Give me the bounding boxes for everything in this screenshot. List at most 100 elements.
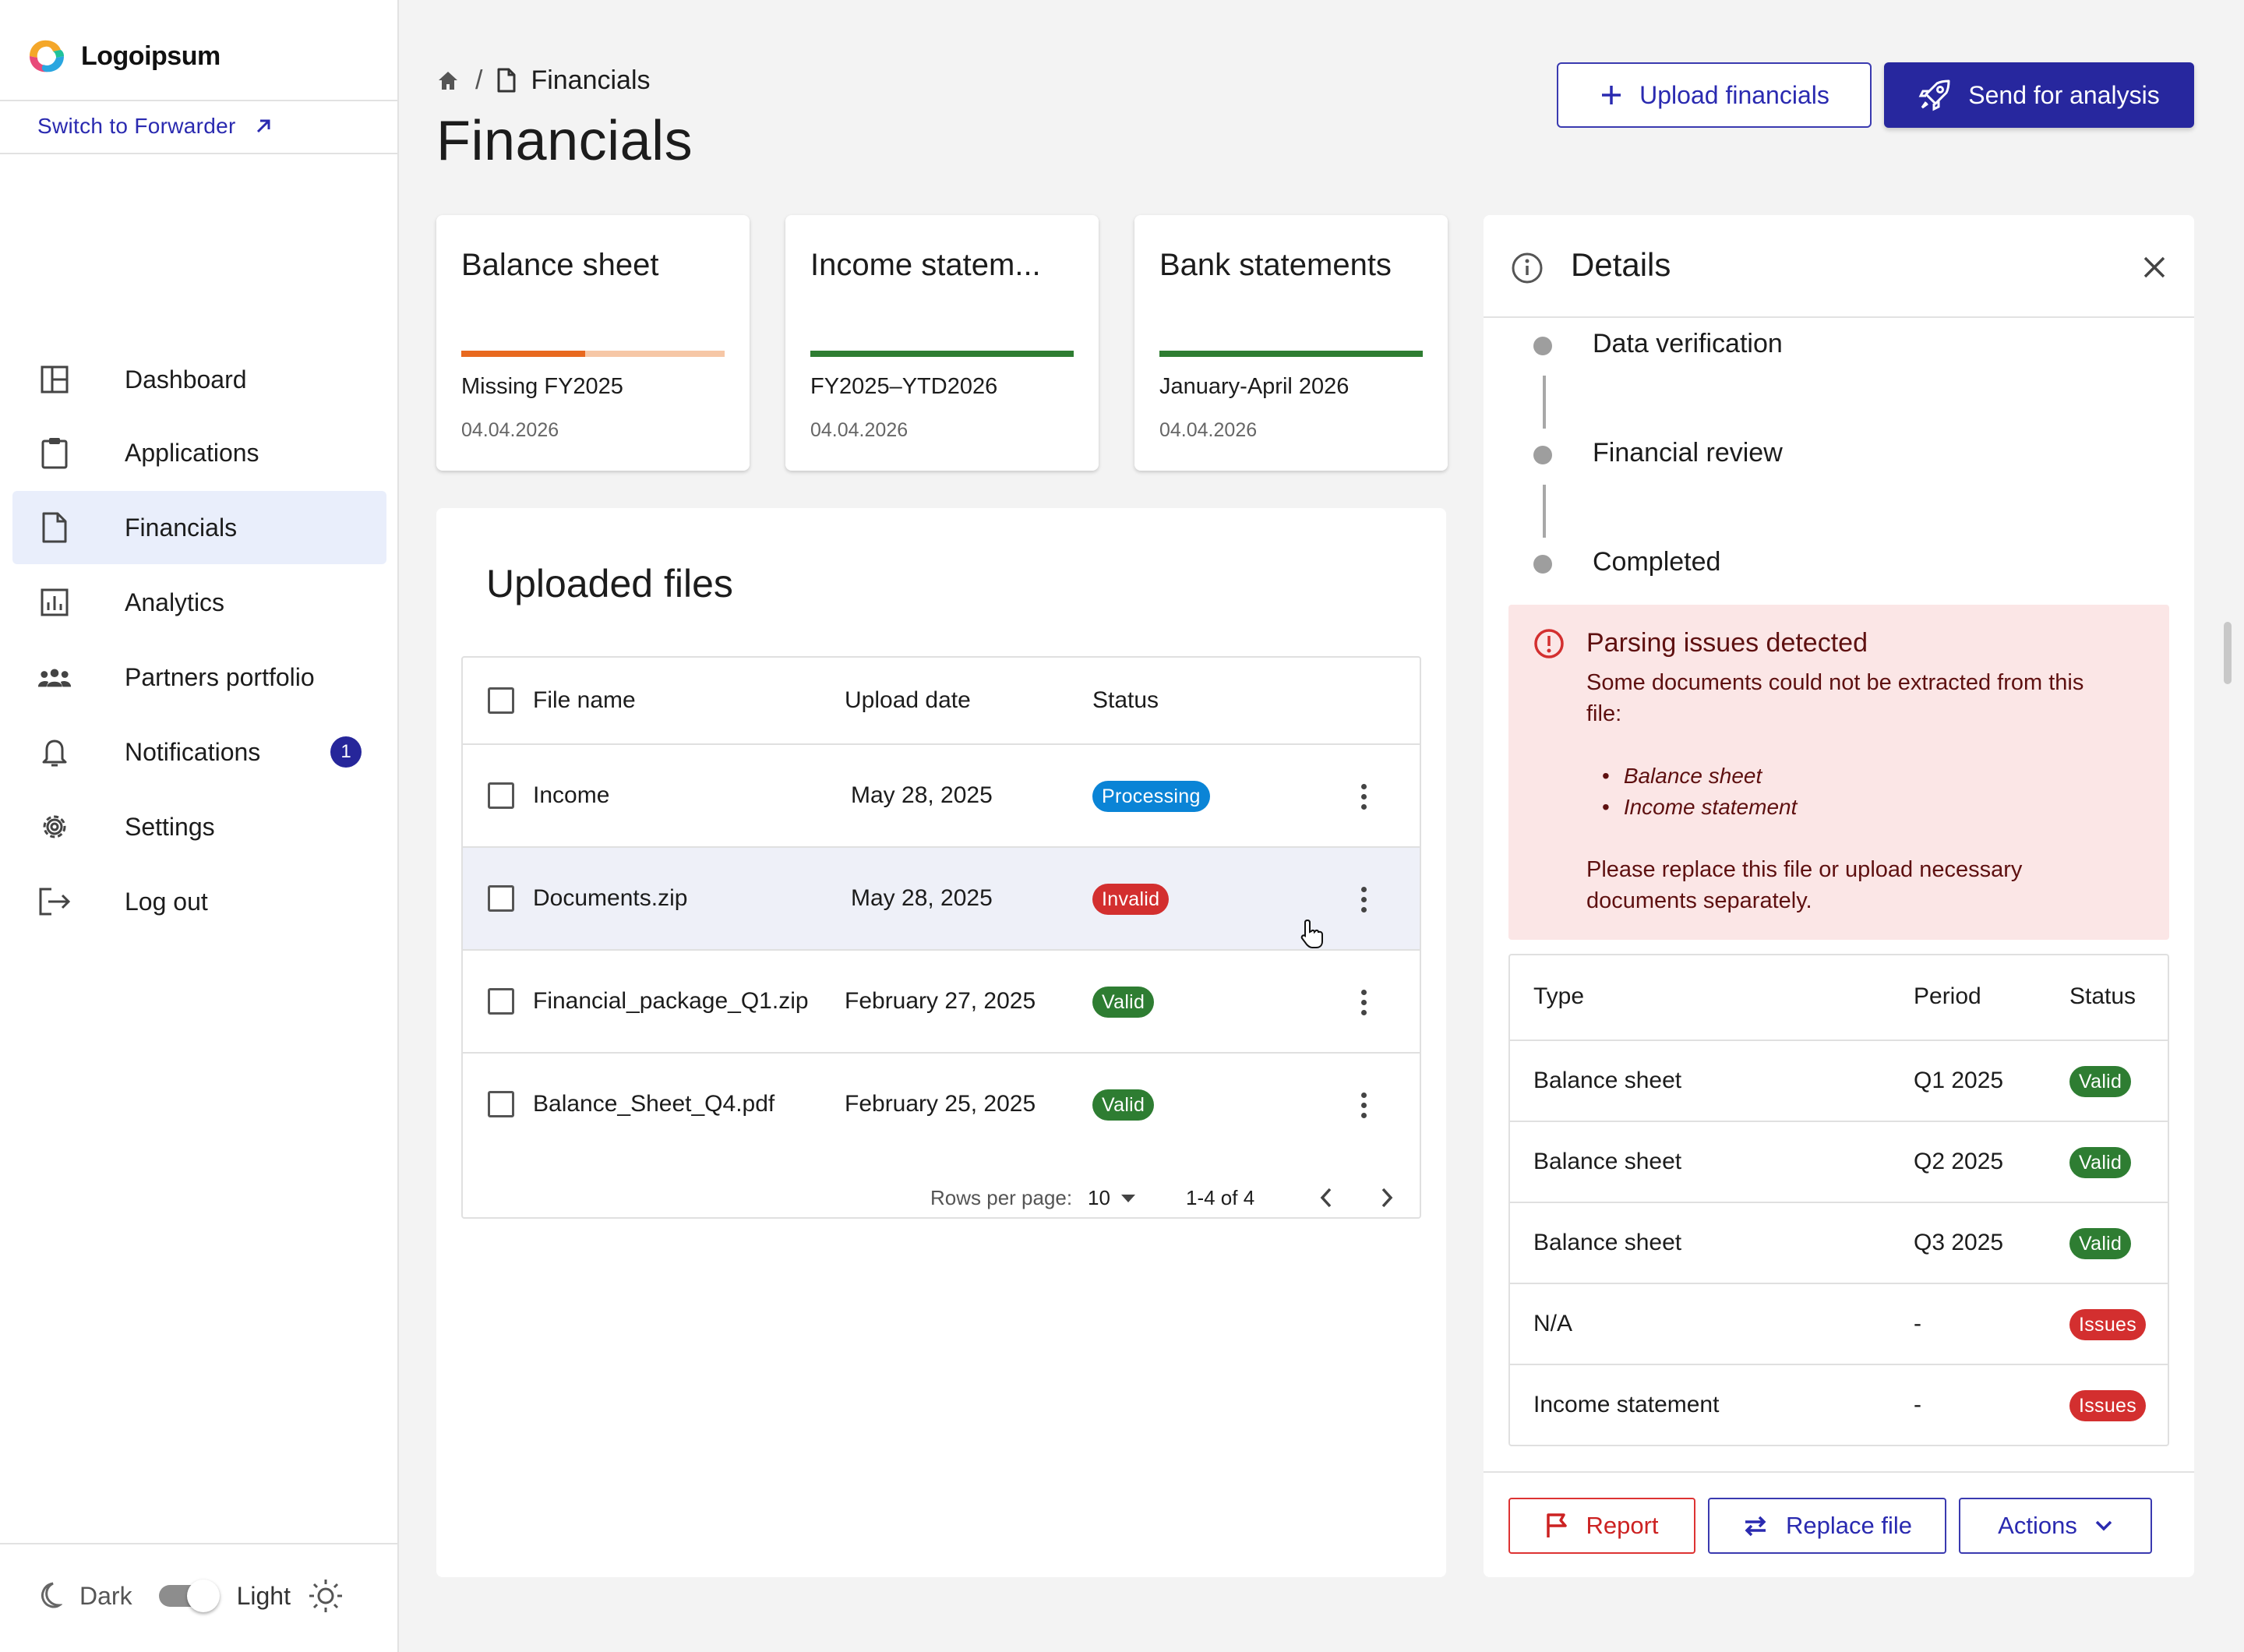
logo[interactable]: Logoipsum xyxy=(23,34,221,78)
table-row[interactable]: Documents.zip May 28, 2025 Invalid xyxy=(463,846,1420,949)
row-checkbox[interactable] xyxy=(488,782,514,809)
select-all-checkbox[interactable] xyxy=(488,687,514,714)
chevron-right-icon[interactable] xyxy=(1379,1186,1395,1209)
row-menu-button[interactable] xyxy=(1348,980,1379,1024)
light-label: Light xyxy=(236,1581,291,1610)
sidebar-item-financials[interactable]: Financials xyxy=(12,491,386,564)
missing-documents-list: Balance sheet Income statement xyxy=(1602,761,1798,823)
card-subtitle: Missing FY2025 xyxy=(461,374,623,399)
table-row[interactable]: Balance_Sheet_Q4.pdf February 25, 2025 V… xyxy=(463,1052,1420,1155)
table-row: Balance sheet Q2 2025 Valid xyxy=(1510,1121,2168,1202)
details-panel: Details Data verification Financial revi… xyxy=(1484,215,2194,1577)
uploaded-files-title: Uploaded files xyxy=(486,562,733,605)
column-file-name[interactable]: File name xyxy=(533,687,636,714)
progress-bar xyxy=(810,351,1074,357)
plus-icon xyxy=(1602,86,1621,104)
dashboard-icon xyxy=(37,362,72,397)
upload-date: May 28, 2025 xyxy=(851,885,993,911)
summary-card-income-statement[interactable]: Income statem... FY2025–YTD2026 04.04.20… xyxy=(785,215,1099,471)
theme-toggle[interactable] xyxy=(158,1580,220,1612)
row-menu-button[interactable] xyxy=(1348,877,1379,921)
step-label: Data verification xyxy=(1593,329,1783,358)
step-dot xyxy=(1533,337,1552,355)
table-row[interactable]: Financial_package_Q1.zip February 27, 20… xyxy=(463,949,1420,1052)
row-checkbox[interactable] xyxy=(488,988,514,1015)
summary-card-balance-sheet[interactable]: Balance sheet Missing FY2025 04.04.2026 xyxy=(436,215,750,471)
send-for-analysis-button[interactable]: Send for analysis xyxy=(1884,62,2194,128)
home-icon[interactable] xyxy=(436,69,460,91)
upload-date: February 27, 2025 xyxy=(845,988,1036,1014)
toggle-knob xyxy=(186,1580,220,1612)
document-icon xyxy=(497,68,516,93)
sidebar-item-analytics[interactable]: Analytics xyxy=(12,566,386,639)
report-label: Report xyxy=(1586,1512,1659,1539)
table-row: Balance sheet Q3 2025 Valid xyxy=(1510,1202,2168,1283)
column-type: Type xyxy=(1533,983,1585,1009)
status-badge: Valid xyxy=(1092,1089,1155,1121)
sidebar-item-applications[interactable]: Applications xyxy=(12,416,386,489)
progress-bar xyxy=(1159,351,1423,357)
sidebar: Logoipsum Switch to Forwarder Dashboard … xyxy=(0,0,399,1652)
actions-dropdown-button[interactable]: Actions xyxy=(1959,1498,2152,1554)
row-menu-button[interactable] xyxy=(1348,1083,1379,1127)
upload-financials-button[interactable]: Upload financials xyxy=(1557,62,1872,128)
rows-per-page-value: 10 xyxy=(1088,1186,1110,1209)
alert-title: Parsing issues detected xyxy=(1586,628,1868,658)
status-badge: Valid xyxy=(1092,987,1155,1018)
column-upload-date[interactable]: Upload date xyxy=(845,687,971,714)
summary-card-bank-statements[interactable]: Bank statements January-April 2026 04.04… xyxy=(1134,215,1448,471)
details-header: Details xyxy=(1484,215,2194,318)
gear-icon xyxy=(37,810,72,844)
sidebar-item-label: Dashboard xyxy=(125,365,247,394)
row-checkbox[interactable] xyxy=(488,885,514,912)
rows-per-page-label: Rows per page: xyxy=(930,1186,1073,1209)
sidebar-item-settings[interactable]: Settings xyxy=(12,790,386,863)
file-name: Balance_Sheet_Q4.pdf xyxy=(533,1091,775,1117)
sidebar-item-log-out[interactable]: Log out xyxy=(12,865,386,938)
progress-bar xyxy=(461,351,725,357)
flag-icon xyxy=(1547,1513,1568,1537)
report-button[interactable]: Report xyxy=(1508,1498,1695,1554)
step-dot xyxy=(1533,446,1552,464)
table-row[interactable]: Income May 28, 2025 Processing xyxy=(463,743,1420,846)
dark-label: Dark xyxy=(79,1581,132,1610)
table-header: Type Period Status xyxy=(1510,955,2168,1040)
chevron-down-icon xyxy=(2095,1520,2112,1531)
notification-count-badge: 1 xyxy=(330,736,362,768)
send-for-analysis-label: Send for analysis xyxy=(1968,80,2160,109)
arrow-up-right-icon xyxy=(256,119,270,133)
step-connector xyxy=(1543,376,1546,429)
row-menu-button[interactable] xyxy=(1348,775,1379,818)
alert-text: file: xyxy=(1586,701,1622,726)
scrollbar-thumb[interactable] xyxy=(2224,622,2232,684)
status-badge: Invalid xyxy=(1092,884,1170,915)
sidebar-item-dashboard[interactable]: Dashboard xyxy=(12,343,386,416)
details-scrollbar[interactable] xyxy=(2222,215,2233,1577)
sun-icon xyxy=(309,1580,342,1612)
details-title: Details xyxy=(1571,246,1671,283)
pointer-cursor-icon xyxy=(1300,919,1323,948)
group-icon xyxy=(37,660,72,694)
chevron-left-icon[interactable] xyxy=(1318,1186,1334,1209)
alert-footer: documents separately. xyxy=(1586,888,1812,913)
step-dot xyxy=(1533,555,1552,574)
switch-to-forwarder-link[interactable]: Switch to Forwarder xyxy=(37,114,273,139)
card-date: 04.04.2026 xyxy=(810,419,909,441)
sidebar-item-partners-portfolio[interactable]: Partners portfolio xyxy=(12,641,386,714)
rows-per-page-select[interactable]: 10 xyxy=(1088,1186,1135,1210)
error-icon xyxy=(1534,629,1564,658)
sidebar-item-notifications[interactable]: Notifications 1 xyxy=(12,715,386,789)
breadcrumb-current[interactable]: Financials xyxy=(531,65,650,96)
logo-mark-icon xyxy=(30,40,64,72)
close-icon[interactable] xyxy=(2141,254,2168,281)
document-types-table: Type Period Status Balance sheet Q1 2025… xyxy=(1508,954,2169,1446)
table-row: N/A - Issues xyxy=(1510,1283,2168,1364)
breadcrumb: / Financials xyxy=(436,62,651,98)
row-checkbox[interactable] xyxy=(488,1091,514,1117)
status-badge: Valid xyxy=(2069,1228,2132,1259)
column-status[interactable]: Status xyxy=(1092,687,1159,714)
progress-fill xyxy=(461,351,585,357)
replace-file-button[interactable]: Replace file xyxy=(1708,1498,1946,1554)
page-title: Financials xyxy=(436,110,693,172)
doc-period: Q2 2025 xyxy=(1914,1149,2004,1174)
